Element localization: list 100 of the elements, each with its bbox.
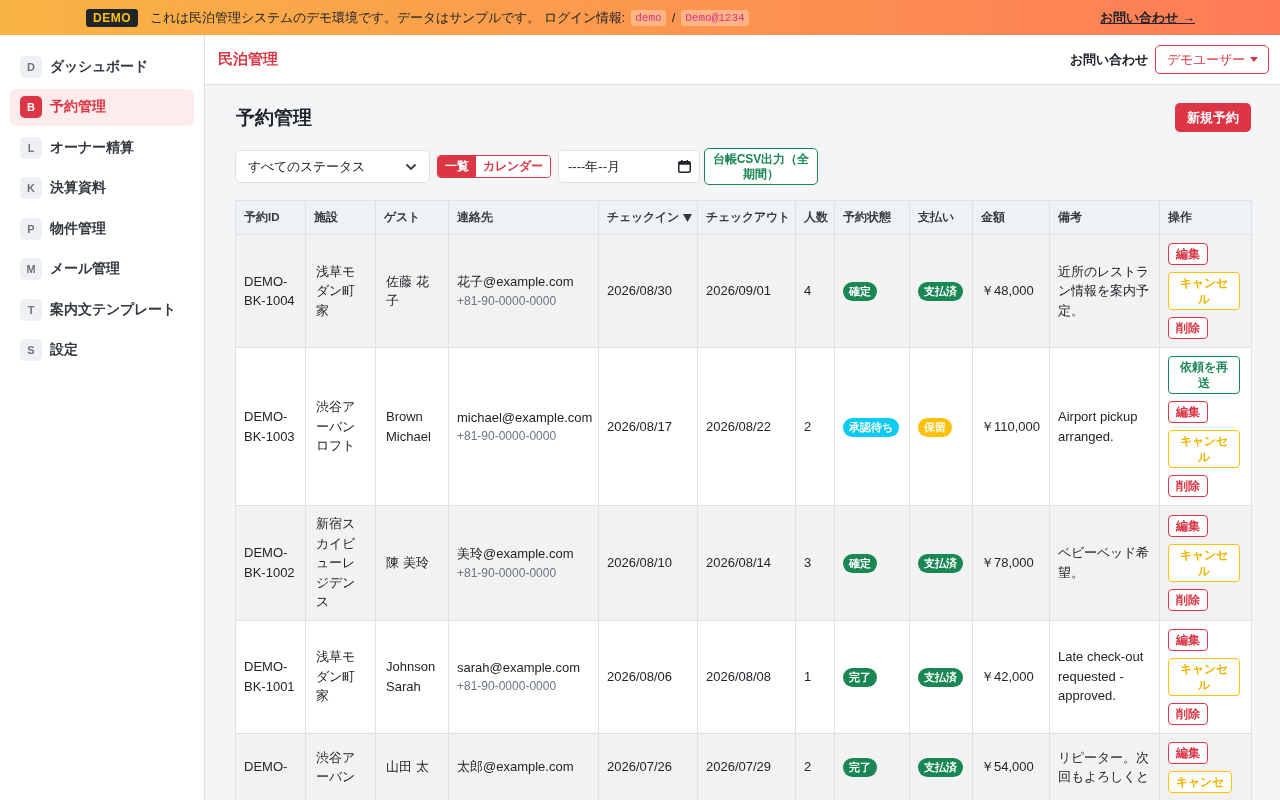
column-header[interactable]: チェックイン [598,200,698,235]
booking-id-cell: DEMO-BK-1002 [235,505,306,620]
guest-name-cell: 佐藤 花子 [375,234,449,348]
sidebar-item[interactable]: L オーナー精算 [10,129,194,166]
guest-count-cell: 1 [795,620,835,733]
column-header: 施設 [305,200,376,235]
facility-cell: 浅草モダン町家 [305,234,376,348]
initial-tile: B [20,96,42,118]
check-in-cell: 2026/08/30 [598,234,698,348]
payment-badge: 支払済 [918,553,963,573]
guest-count-cell: 2 [795,347,835,506]
edit-button[interactable]: 編集 [1168,628,1208,651]
column-header: 金額 [972,200,1050,235]
status-badge: 完了 [843,667,877,687]
initial-tile: K [20,177,42,199]
check-out-cell: 2026/08/08 [697,620,796,733]
chevron-down-icon [405,162,417,171]
brand-title[interactable]: 民泊管理 [218,50,278,69]
booking-id-cell: DEMO-BK-1004 [235,234,306,348]
check-out-cell: 2026/09/01 [697,234,796,348]
status-badge: 承認待ち [843,417,899,437]
column-header: 支払い [909,200,973,235]
check-in-cell: 2026/08/06 [598,620,698,733]
column-header: 予約ID [235,200,306,235]
delete-button[interactable]: 削除 [1168,702,1208,725]
view-tab[interactable]: 一覧 [438,156,476,177]
facility-cell: 浅草モダン町家 [305,620,376,733]
check-in-cell: 2026/08/17 [598,347,698,506]
guest-name-cell: 陳 美玲 [375,505,449,620]
booking-id-cell: DEMO- [235,733,306,800]
initial-tile: P [20,217,42,240]
status-badge: 確定 [843,553,877,573]
edit-button[interactable]: 編集 [1168,243,1208,265]
email-text: sarah@example.com [457,658,582,677]
resend-button[interactable]: 依頼を再送 [1168,356,1240,394]
amount-cell: ￥110,000 [972,347,1050,506]
sidebar-item[interactable]: B 予約管理 [10,88,194,126]
guest-name-cell: Brown Michael [375,347,449,506]
note-cell: 近所のレストラン情報を案内予定。 [1049,234,1160,348]
export-csv-button[interactable]: 台帳CSV出力（全期間） [704,148,818,185]
phone-text: +81-90-0000-0000 [457,678,558,696]
facility-cell: 新宿スカイビューレジデンス [305,505,376,620]
demo-tag: DEMO [86,8,138,27]
email-text: 花子@example.com [457,273,575,292]
caret-icon [1250,57,1258,62]
amount-cell: ￥78,000 [972,505,1050,620]
payment-badge: 支払済 [918,758,963,777]
edit-button[interactable]: 編集 [1168,514,1208,537]
booking-id-cell: DEMO-BK-1003 [235,347,306,506]
banner-message: これは民泊管理システムのデモ環境です。データはサンプルです。 ログイン情報: [150,8,626,27]
status-badge: 確定 [843,282,877,301]
initial-tile: S [20,339,42,361]
initial-tile: D [20,55,42,78]
delete-button[interactable]: 削除 [1168,475,1208,497]
amount-cell: ￥48,000 [972,234,1050,348]
payment-badge: 支払済 [918,667,963,687]
sidebar-item[interactable]: D ダッシュボード [10,48,194,85]
separator-text: / [671,10,676,25]
phone-text: +81-90-0000-0000 [457,564,558,582]
sort-desc-icon [683,214,692,222]
check-out-cell: 2026/08/22 [697,347,796,506]
column-header: チェックアウト [697,200,796,235]
month-field[interactable]: ----年--月 [558,150,700,183]
initial-tile: M [20,258,42,280]
phone-text: +81-90-0000-0000 [457,428,558,446]
password-code: Demo@1234 [681,9,749,26]
initial-tile: L [20,136,42,159]
contact-link[interactable]: お問い合わせ → [1100,8,1195,27]
view-tab[interactable]: カレンダー [476,156,550,177]
initial-tile: T [20,298,42,321]
delete-button[interactable]: 削除 [1168,317,1208,339]
edit-button[interactable]: 編集 [1168,741,1208,764]
status-select[interactable]: すべてのステータス [235,150,430,183]
column-header: 連絡先 [448,200,599,235]
edit-button[interactable]: 編集 [1168,401,1208,423]
check-out-cell: 2026/08/14 [697,505,796,620]
user-menu-button[interactable]: デモユーザー [1155,45,1269,74]
column-header: 人数 [795,200,835,235]
sidebar-item[interactable]: K 決算資料 [10,169,194,207]
payment-badge: 支払済 [918,282,963,301]
sidebar-item[interactable]: P 物件管理 [10,210,194,247]
amount-cell: ￥42,000 [972,620,1050,733]
email-text: michael@example.com [457,408,594,427]
contact-link[interactable]: お問い合わせ [1070,50,1148,69]
guest-count-cell: 4 [795,234,835,348]
calendar-icon [678,160,691,173]
delete-button[interactable]: 削除 [1168,588,1208,611]
login-id-code: demo [631,9,666,26]
column-header: 操作 [1159,200,1252,235]
sidebar-item[interactable]: T 案内文テンプレート [10,291,194,328]
facility-cell: 渋谷アーバンロフト [305,347,376,506]
status-badge: 完了 [843,758,877,777]
note-cell: Airport pickup arranged. [1049,347,1160,506]
booking-id-cell: DEMO-BK-1001 [235,620,306,733]
new-booking-button[interactable]: 新規予約 [1175,103,1251,132]
note-cell: ベビーベッド希望。 [1049,505,1160,620]
sidebar-item[interactable]: S 設定 [10,331,194,369]
payment-badge: 保留 [918,417,952,437]
column-header: 予約状態 [834,200,910,235]
sidebar-item[interactable]: M メール管理 [10,250,194,288]
